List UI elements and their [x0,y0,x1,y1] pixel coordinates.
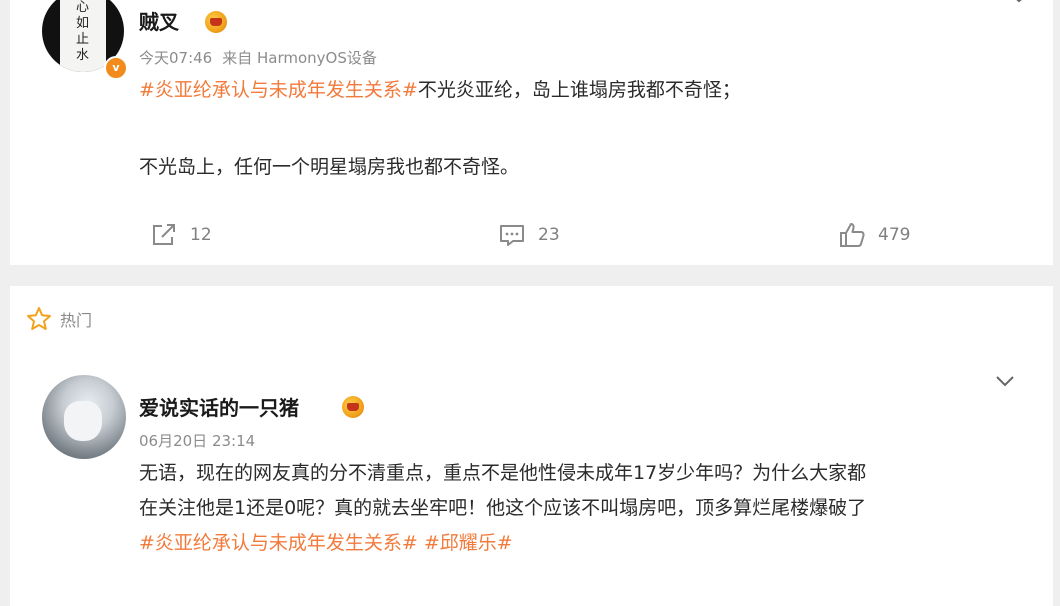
comment-text-line: 在关注他是1还是0呢？真的就去坐牢吧！他这个应该不叫塌房吧，顶多算烂尾楼爆破了 [139,497,867,519]
weibo-post-card: 心如止水 v 贼叉 今天07:46 来自 HarmonyOS设备 #炎亚纶承认与未… [10,0,1053,265]
star-icon [27,307,51,330]
like-icon [840,223,865,247]
post-text-line: 不光炎亚纶，岛上谁塌房我都不奇怪； [417,79,741,101]
avatar[interactable] [42,375,126,459]
crown-badge-icon [342,396,364,418]
crown-badge-icon [205,11,227,33]
post-time: 今天07:46 [139,49,213,67]
hashtag-link[interactable]: #邱耀乐# [424,532,513,554]
comment-icon [500,225,524,246]
like-button[interactable]: 479 [838,218,910,252]
comment-text-line: 无语，现在的网友真的分不清重点，重点不是他性侵未成年17岁少年吗？为什么大家都 [139,462,867,484]
repost-count: 12 [190,225,212,245]
hot-label-text: 热门 [60,311,93,330]
verified-badge-icon: v [104,56,128,80]
comment-author-name[interactable]: 爱说实话的一只猪 [139,392,299,421]
avatar-calligraphy: 心如止水 [75,0,90,63]
post-source: 来自 HarmonyOS设备 [222,49,377,67]
like-count: 479 [878,225,911,245]
chevron-down-icon[interactable] [1008,0,1030,4]
repost-icon [153,224,175,245]
chevron-down-icon[interactable] [994,374,1016,388]
comment-count: 23 [538,225,560,245]
post-text-line: 不光岛上，任何一个明星塌房我也都不奇怪。 [139,156,520,178]
hot-section-header: 热门 [26,306,92,332]
hot-comments-card: 热门 爱说实话的一只猪 06月20日 23:14 无语，现在的网友真的分不清重点… [10,286,1053,606]
post-author-name[interactable]: 贼叉 [139,6,179,35]
post-body: #炎亚纶承认与未成年发生关系#不光炎亚纶，岛上谁塌房我都不奇怪； 不光岛上，任何… [139,73,1033,185]
comment-body: 无语，现在的网友真的分不清重点，重点不是他性侵未成年17岁少年吗？为什么大家都 … [139,456,1033,561]
hashtag-link[interactable]: #炎亚纶承认与未成年发生关系# [139,532,418,554]
hashtag-link[interactable]: #炎亚纶承认与未成年发生关系# [139,79,418,101]
post-action-bar: 12 23 479 [10,218,1053,252]
repost-button[interactable]: 12 [150,218,212,252]
comment-time: 06月20日 23:14 [139,432,256,450]
comment-button[interactable]: 23 [498,218,560,252]
post-meta: 今天07:46 来自 HarmonyOS设备 [139,47,387,68]
